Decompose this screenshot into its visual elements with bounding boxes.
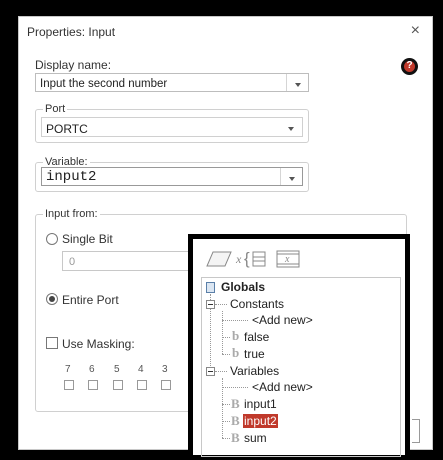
bit-number-4: 4 [138,364,144,375]
bool-type-icon: b [232,345,240,360]
variable-value: input2 [46,169,97,185]
single-bit-field[interactable]: 0 [62,251,192,271]
globals-folder-icon [206,282,215,293]
constant-false[interactable]: false [244,330,269,344]
parallelogram-icon[interactable] [205,249,233,269]
tree-connector [222,421,230,422]
byte-type-icon: B [231,396,240,411]
bit-mask-checkbox-4[interactable] [137,380,147,390]
single-bit-value: 0 [69,256,76,268]
svg-text:x: x [284,254,290,265]
tree-connector [222,311,223,354]
svg-text:x: x [235,252,242,266]
chevron-down-icon[interactable] [280,168,302,185]
chevron-down-icon[interactable] [280,118,302,136]
port-select[interactable]: PORTC [41,117,303,137]
svg-text:{: { [244,249,250,268]
input-from-label: Input from: [43,208,100,220]
tree-connector [215,304,227,305]
bit-mask-checkbox-3[interactable] [161,380,171,390]
array-icon[interactable]: x [275,249,301,269]
variable-braces-icon[interactable]: x { [235,249,269,269]
use-masking-label: Use Masking: [62,337,135,351]
bit-number-7: 7 [65,364,71,375]
constant-add-new[interactable]: <Add new> [252,313,313,327]
entire-port-label: Entire Port [62,293,119,307]
entire-port-radio[interactable] [46,293,58,305]
tree-connector [222,320,248,321]
variable-select[interactable]: input2 [41,167,303,186]
help-icon[interactable]: ? [401,58,418,75]
bit-number-3: 3 [162,364,168,375]
collapse-constants-icon[interactable] [206,300,215,309]
tree-connector [215,371,227,372]
byte-type-icon: B [231,413,240,428]
dialog-title: Properties: Input [27,25,116,39]
bool-type-icon: b [232,328,240,343]
single-bit-label: Single Bit [62,232,113,246]
tree-connector [222,387,248,388]
bit-number-6: 6 [89,364,95,375]
use-masking-checkbox[interactable] [46,337,58,349]
globals-tree: Globals Constants <Add new> b false b tr… [201,277,401,457]
tree-node-variables[interactable]: Variables [230,364,279,378]
chevron-down-icon[interactable] [286,74,308,91]
constant-true[interactable]: true [244,347,265,361]
bit-mask-checkbox-5[interactable] [113,380,123,390]
variable-add-new[interactable]: <Add new> [252,380,313,394]
single-bit-radio[interactable] [46,233,58,245]
tree-connector [222,337,230,338]
close-icon[interactable]: × [411,23,420,39]
variable-input1[interactable]: input1 [244,397,277,411]
tree-root-globals[interactable]: Globals [221,280,265,294]
byte-type-icon: B [231,430,240,445]
variable-picker-popup: x { x Globals Constants <Add new> b fals… [188,234,410,460]
display-name-field[interactable]: Input the second number [35,73,309,92]
tree-connector [222,404,230,405]
bit-mask-checkbox-6[interactable] [88,380,98,390]
display-name-value: Input the second number [40,78,168,90]
bit-mask-checkbox-7[interactable] [64,380,74,390]
title-bar: Properties: Input × [19,17,432,47]
ok-button-edge[interactable] [412,419,420,443]
help-glyph: ? [406,60,413,71]
variable-input2-selected[interactable]: input2 [243,414,278,428]
port-label: Port [43,103,68,115]
tree-connector [222,354,230,355]
port-value: PORTC [46,122,88,136]
display-name-label: Display name: [35,58,112,72]
collapse-variables-icon[interactable] [206,367,215,376]
tree-node-constants[interactable]: Constants [230,297,284,311]
variable-sum[interactable]: sum [244,431,267,445]
bit-number-5: 5 [114,364,120,375]
tree-connector [222,438,230,439]
